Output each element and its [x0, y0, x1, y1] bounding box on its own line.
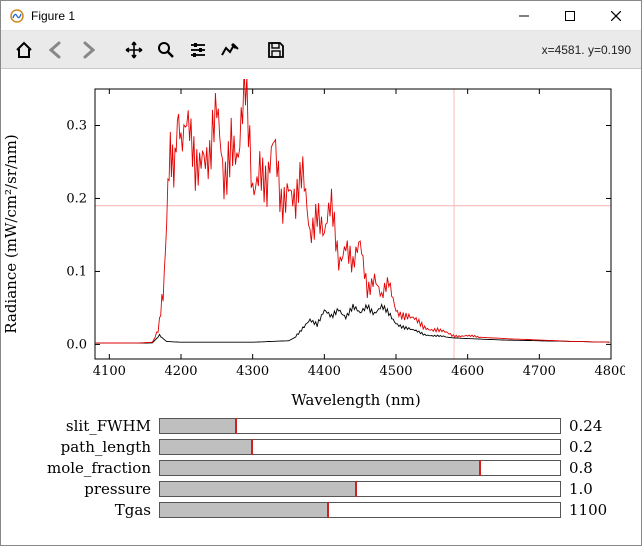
plot-area: Radiance (mW/cm²/sr/nm) 4100 4200 4300 4400… — [1, 69, 641, 545]
slider-track[interactable] — [159, 502, 561, 518]
edit-button[interactable] — [215, 35, 245, 65]
slider-track[interactable] — [159, 460, 561, 476]
window-title: Figure 1 — [31, 9, 501, 23]
maximize-button[interactable] — [547, 1, 593, 31]
slider-value: 1.0 — [569, 480, 611, 498]
close-button[interactable] — [593, 1, 639, 31]
svg-text:0.2: 0.2 — [66, 191, 87, 206]
sliders-panel: slit_FWHM0.24path_length0.2mole_fraction… — [15, 409, 627, 530]
slider-value: 0.2 — [569, 438, 611, 456]
svg-text:4500: 4500 — [379, 364, 412, 379]
home-button[interactable] — [9, 35, 39, 65]
svg-text:4300: 4300 — [236, 364, 269, 379]
chart-svg[interactable]: 4100 4200 4300 4400 4500 4600 4700 4800 0.0 0.1 0.… — [15, 79, 625, 389]
slider-mole_fraction: mole_fraction 0.8 — [31, 457, 611, 478]
slider-pressure: pressure 1.0 — [31, 478, 611, 499]
save-button[interactable] — [261, 35, 291, 65]
slider-Tgas: Tgas 1100 — [31, 499, 611, 520]
svg-text:4700: 4700 — [523, 364, 556, 379]
pan-button[interactable] — [119, 35, 149, 65]
svg-text:4800: 4800 — [594, 364, 625, 379]
svg-text:0.0: 0.0 — [66, 337, 87, 352]
slider-label: slit_FWHM — [31, 417, 151, 435]
minimize-button[interactable] — [501, 1, 547, 31]
chart-container[interactable]: Radiance (mW/cm²/sr/nm) 4100420043004400… — [15, 79, 627, 389]
app-icon — [9, 8, 25, 24]
slider-track[interactable] — [159, 481, 561, 497]
forward-button[interactable] — [73, 35, 103, 65]
zoom-button[interactable] — [151, 35, 181, 65]
slider-label: Tgas — [31, 501, 151, 519]
configure-button[interactable] — [183, 35, 213, 65]
svg-text:0.3: 0.3 — [66, 118, 87, 133]
back-button[interactable] — [41, 35, 71, 65]
slider-value: 0.24 — [569, 417, 611, 435]
svg-text:4100: 4100 — [93, 364, 126, 379]
cursor-readout: x=4581. y=0.190 — [542, 43, 633, 57]
figure-window: Figure 1 x=4581. y=0.190 Radiance (mW/cm… — [0, 0, 642, 546]
slider-value: 0.8 — [569, 459, 611, 477]
titlebar[interactable]: Figure 1 — [1, 1, 641, 31]
slider-track[interactable] — [159, 418, 561, 434]
svg-text:4400: 4400 — [308, 364, 341, 379]
slider-track[interactable] — [159, 439, 561, 455]
slider-label: pressure — [31, 480, 151, 498]
toolbar: x=4581. y=0.190 — [1, 31, 641, 69]
slider-label: mole_fraction — [31, 459, 151, 477]
slider-slit_FWHM: slit_FWHM 0.24 — [31, 415, 611, 436]
x-axis-label: Wavelength (nm) — [85, 391, 627, 409]
slider-path_length: path_length 0.2 — [31, 436, 611, 457]
y-axis-label: Radiance (mW/cm²/sr/nm) — [2, 134, 20, 334]
slider-label: path_length — [31, 438, 151, 456]
svg-text:0.1: 0.1 — [66, 264, 87, 279]
svg-text:4600: 4600 — [451, 364, 484, 379]
slider-value: 1100 — [569, 501, 611, 519]
svg-text:4200: 4200 — [164, 364, 197, 379]
